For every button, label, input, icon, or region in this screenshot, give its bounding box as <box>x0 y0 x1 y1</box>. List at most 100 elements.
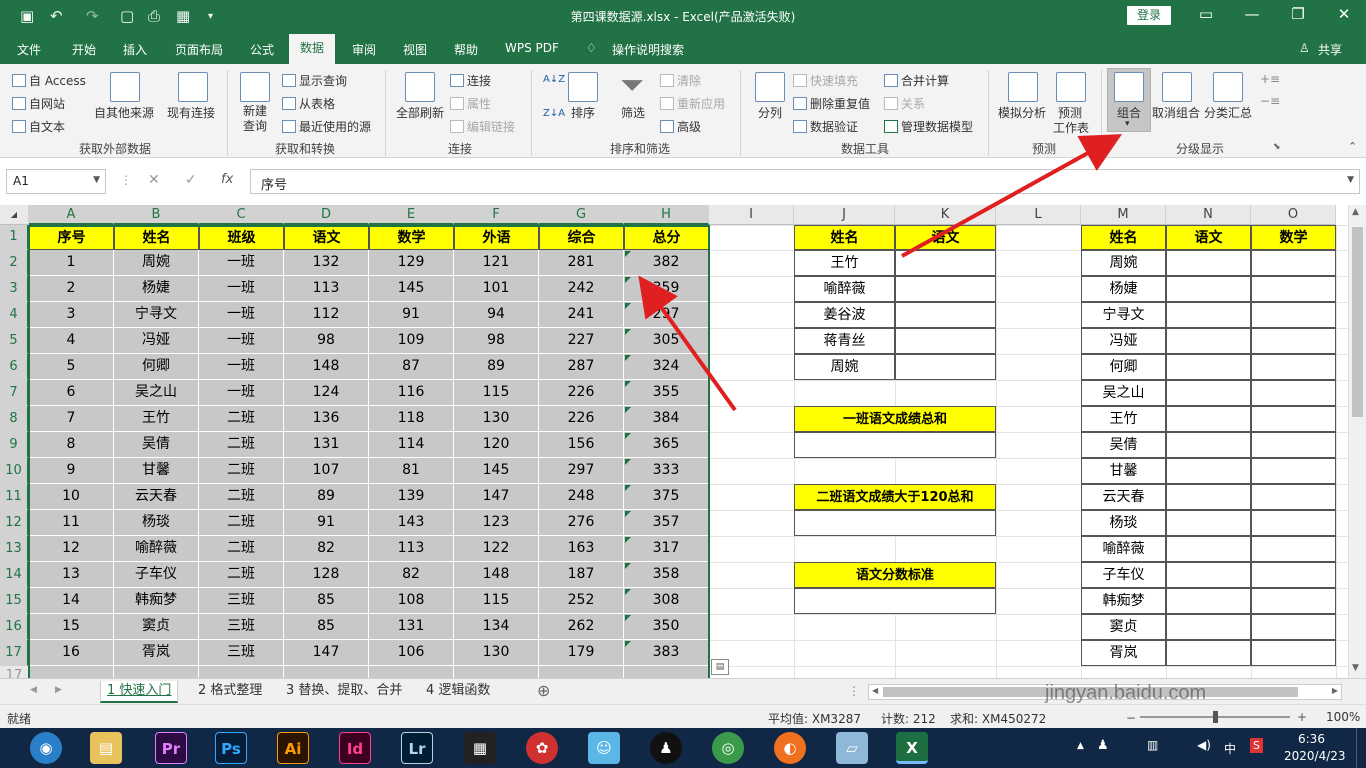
vertical-scrollbar[interactable]: ▲ ▼ <box>1348 205 1366 678</box>
row-header-1[interactable]: 1 <box>0 225 29 250</box>
table-cell[interactable]: 82 <box>284 536 369 562</box>
table-header-cell[interactable]: 总分 <box>624 225 709 250</box>
lookup-name-cell[interactable]: 蒋青丝 <box>794 328 895 354</box>
table-cell[interactable]: 297 <box>624 302 709 328</box>
row-header-13[interactable]: 13 <box>0 536 29 562</box>
table-cell[interactable]: 98 <box>454 328 539 354</box>
column-header-H[interactable]: H <box>624 205 709 225</box>
confirm-entry-icon[interactable]: ✓ <box>185 172 197 188</box>
expand-formula-icon[interactable]: ▼ <box>1347 175 1354 185</box>
table-cell[interactable]: 2 <box>29 276 114 302</box>
consolidate-button[interactable]: 合并计算 <box>884 72 949 89</box>
table-cell[interactable]: 1 <box>29 250 114 276</box>
table-cell[interactable]: 7 <box>29 406 114 432</box>
app-orange-icon[interactable]: ◐ <box>774 732 806 764</box>
hide-detail-icon[interactable]: −≡ <box>1260 94 1280 108</box>
video-editor-icon[interactable]: ▦ <box>464 732 496 764</box>
column-header-J[interactable]: J <box>794 205 895 225</box>
scroll-up-icon[interactable]: ▲ <box>1352 207 1359 217</box>
table-cell[interactable]: 308 <box>624 588 709 614</box>
table-cell[interactable]: 145 <box>454 458 539 484</box>
table-cell[interactable]: 123 <box>454 510 539 536</box>
right-table-cell[interactable] <box>1251 458 1336 484</box>
table-cell[interactable]: 128 <box>284 562 369 588</box>
table-cell[interactable]: 二班 <box>199 432 284 458</box>
table-cell[interactable]: 韩痴梦 <box>114 588 199 614</box>
table-cell[interactable]: 12 <box>29 536 114 562</box>
name-box[interactable]: A1 ▼ <box>6 169 106 194</box>
lookup-header-name[interactable]: 姓名 <box>794 225 895 250</box>
lookup-value-cell[interactable] <box>895 250 996 276</box>
text-to-columns-button[interactable]: 分列 <box>758 104 782 121</box>
table-cell[interactable]: 98 <box>284 328 369 354</box>
row-header-5[interactable]: 5 <box>0 328 29 354</box>
table-cell[interactable]: 云天春 <box>114 484 199 510</box>
zoom-in-icon[interactable]: + <box>1297 710 1307 724</box>
tab-view[interactable]: 视图 <box>403 41 427 58</box>
table-cell[interactable]: 297 <box>539 458 624 484</box>
right-table-name-cell[interactable]: 吴倩 <box>1081 432 1166 458</box>
flash-fill-button[interactable]: 快速填充 <box>793 72 858 89</box>
table-cell[interactable]: 122 <box>454 536 539 562</box>
tray-expand-icon[interactable]: ▲ <box>1077 741 1084 751</box>
right-table-cell[interactable] <box>1251 510 1336 536</box>
column-header-N[interactable]: N <box>1166 205 1251 225</box>
tab-formulas[interactable]: 公式 <box>250 41 274 58</box>
table-header-cell[interactable]: 序号 <box>29 225 114 250</box>
existing-connections-button[interactable]: 现有连接 <box>167 104 215 121</box>
table-cell[interactable]: 156 <box>539 432 624 458</box>
what-if-analysis-button[interactable]: 模拟分析 <box>998 104 1046 121</box>
table-cell[interactable]: 131 <box>284 432 369 458</box>
row-header-6[interactable]: 6 <box>0 354 29 380</box>
table-cell[interactable]: 248 <box>539 484 624 510</box>
right-table-header[interactable]: 语文 <box>1166 225 1251 250</box>
right-table-cell[interactable] <box>1251 250 1336 276</box>
right-table-name-cell[interactable]: 冯娅 <box>1081 328 1166 354</box>
table-cell[interactable]: 242 <box>539 276 624 302</box>
table-cell[interactable]: 116 <box>369 380 454 406</box>
table-cell[interactable]: 350 <box>624 614 709 640</box>
row-header-15[interactable]: 15 <box>0 588 29 614</box>
table-cell[interactable]: 89 <box>284 484 369 510</box>
table-cell[interactable]: 宁寻文 <box>114 302 199 328</box>
right-table-cell[interactable] <box>1166 536 1251 562</box>
table-cell[interactable]: 二班 <box>199 484 284 510</box>
table-header-cell[interactable]: 语文 <box>284 225 369 250</box>
summary-value-cell[interactable] <box>794 588 996 614</box>
table-cell[interactable]: 317 <box>624 536 709 562</box>
qq-icon[interactable]: ♟ <box>650 732 682 764</box>
right-table-cell[interactable] <box>1166 380 1251 406</box>
table-header-cell[interactable]: 班级 <box>199 225 284 250</box>
row-header-4[interactable]: 4 <box>0 302 29 328</box>
table-cell[interactable]: 147 <box>454 484 539 510</box>
right-table-name-cell[interactable]: 云天春 <box>1081 484 1166 510</box>
table-cell[interactable]: 吴倩 <box>114 432 199 458</box>
summary-label[interactable]: 语文分数标准 <box>794 562 996 588</box>
table-cell[interactable]: 382 <box>624 250 709 276</box>
app-notepad-icon[interactable]: ▱ <box>836 732 868 764</box>
table-cell[interactable]: 吴之山 <box>114 380 199 406</box>
close-icon[interactable]: ✕ <box>1334 5 1354 23</box>
table-cell[interactable]: 甘馨 <box>114 458 199 484</box>
right-table-cell[interactable] <box>1251 276 1336 302</box>
tab-review[interactable]: 审阅 <box>352 41 376 58</box>
table-cell[interactable]: 262 <box>539 614 624 640</box>
table-cell[interactable]: 359 <box>624 276 709 302</box>
lookup-value-cell[interactable] <box>895 302 996 328</box>
right-table-cell[interactable] <box>1251 354 1336 380</box>
sheet-tab-2[interactable]: 2 格式整理 <box>192 681 268 703</box>
table-cell[interactable]: 喻醉薇 <box>114 536 199 562</box>
clear-filter-button[interactable]: 清除 <box>660 72 701 89</box>
right-table-name-cell[interactable]: 子车仪 <box>1081 562 1166 588</box>
table-cell[interactable]: 145 <box>369 276 454 302</box>
sheet-tab-4[interactable]: 4 逻辑函数 <box>420 681 496 703</box>
manage-data-model-button[interactable]: 管理数据模型 <box>884 118 973 135</box>
from-table-button[interactable]: 从表格 <box>282 95 335 112</box>
table-cell[interactable]: 二班 <box>199 458 284 484</box>
table-cell[interactable]: 子车仪 <box>114 562 199 588</box>
table-cell[interactable]: 二班 <box>199 510 284 536</box>
right-table-cell[interactable] <box>1166 640 1251 666</box>
table-cell[interactable]: 276 <box>539 510 624 536</box>
connections-button[interactable]: 连接 <box>450 72 491 89</box>
right-table-cell[interactable] <box>1251 484 1336 510</box>
